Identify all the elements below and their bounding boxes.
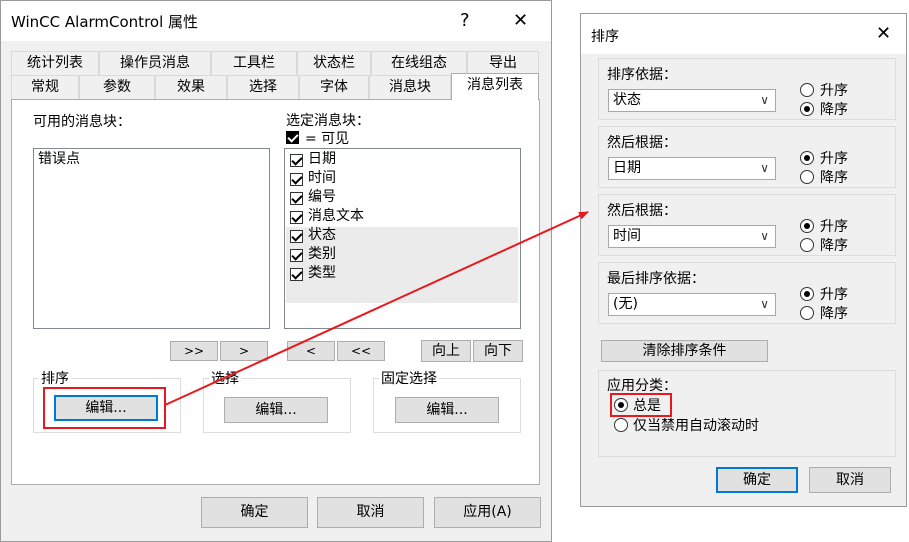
arrow-line <box>164 211 589 406</box>
tab-message-list[interactable]: 消息列表 <box>451 73 539 100</box>
